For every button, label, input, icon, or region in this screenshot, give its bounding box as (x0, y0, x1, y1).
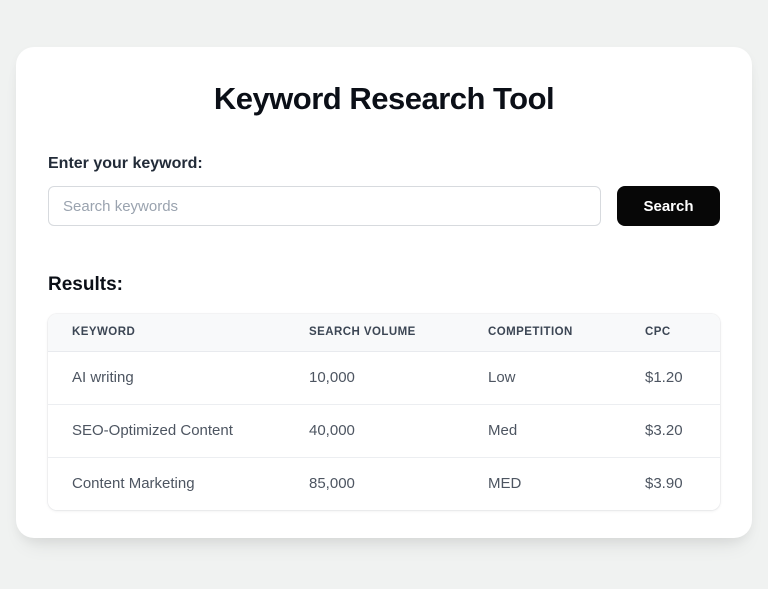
cell-competition: Low (464, 351, 621, 404)
results-table: KEYWORD SEARCH VOLUME COMPETITION CPC AI… (48, 314, 720, 510)
cell-keyword: SEO-Optimized Content (48, 403, 285, 457)
table-row: Content Marketing 85,000 MED $3.90 (48, 456, 720, 510)
column-header-cpc: CPC (621, 314, 720, 352)
keyword-tool-card: Keyword Research Tool Enter your keyword… (16, 47, 752, 538)
results-heading: Results: (48, 274, 123, 295)
table-header-row: KEYWORD SEARCH VOLUME COMPETITION CPC (48, 314, 720, 352)
keyword-input-label: Enter your keyword: (48, 155, 203, 172)
cell-search-volume: 85,000 (285, 456, 464, 510)
cell-competition: MED (464, 456, 621, 510)
search-row: Search (48, 186, 720, 226)
search-input[interactable] (48, 186, 601, 226)
column-header-competition: COMPETITION (464, 314, 621, 352)
search-button[interactable]: Search (617, 186, 720, 226)
column-header-keyword: KEYWORD (48, 314, 285, 352)
table-row: AI writing 10,000 Low $1.20 (48, 351, 720, 404)
column-header-search-volume: SEARCH VOLUME (285, 314, 464, 352)
cell-cpc: $3.90 (621, 456, 720, 510)
cell-cpc: $1.20 (621, 351, 720, 404)
page-title: Keyword Research Tool (213, 81, 555, 116)
table-row: SEO-Optimized Content 40,000 Med $3.20 (48, 403, 720, 457)
cell-search-volume: 10,000 (285, 351, 464, 404)
cell-keyword: AI writing (48, 351, 285, 404)
cell-competition: Med (464, 403, 621, 457)
cell-search-volume: 40,000 (285, 403, 464, 457)
cell-keyword: Content Marketing (48, 456, 285, 510)
cell-cpc: $3.20 (621, 403, 720, 457)
